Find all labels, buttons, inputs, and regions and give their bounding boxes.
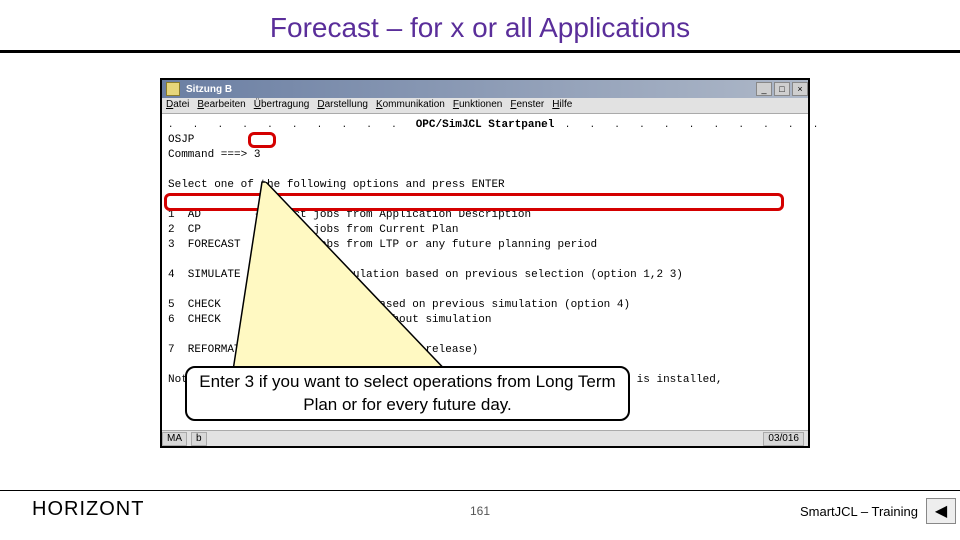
menu-item[interactable]: Darstellung [317, 99, 368, 112]
window-titlebar: Sitzung B _ □ × [162, 80, 808, 98]
minimize-button[interactable]: _ [756, 82, 772, 96]
menu-item[interactable]: Funktionen [453, 99, 502, 112]
menu-item[interactable]: Fenster [510, 99, 544, 112]
maximize-button[interactable]: □ [774, 82, 790, 96]
instruction-line: Select one of the following options and … [168, 178, 802, 193]
callout: Enter 3 if you want to select operations… [185, 366, 630, 421]
nav-back-button[interactable]: ◀ [926, 498, 956, 524]
menubar: Datei Bearbeiten Übertragung Darstellung… [162, 98, 808, 114]
status-left2: b [191, 432, 207, 446]
footer-doc: SmartJCL – Training [800, 504, 918, 519]
menu-item[interactable]: Kommunikation [376, 99, 445, 112]
status-left: MA [162, 432, 187, 446]
option-row: 7 REFORMAT - Start JCL reformat (pre rel… [168, 343, 802, 358]
command-value[interactable]: 3 [254, 149, 261, 161]
option-row: 3 FORECAST - Select jobs from LTP or any… [168, 238, 802, 253]
terminal-body: . . . . . . . . . . . . . . . . . . . . … [162, 114, 808, 407]
menu-item[interactable]: Übertragung [254, 99, 310, 112]
title-rule [0, 50, 960, 53]
option-row: 4 SIMULATE - Start JCL simulation based … [168, 268, 802, 283]
option-row: 2 CP - Select jobs from Current Plan [168, 223, 802, 238]
option-row: 5 CHECK - Start JCL check based on previ… [168, 298, 802, 313]
command-line: Command ===> 3 [168, 148, 802, 163]
menu-item[interactable]: Datei [166, 99, 189, 112]
panel-name: OSJP [168, 133, 802, 148]
option-row: 6 CHECK - Start JCL check without simula… [168, 313, 802, 328]
slide-title: Forecast – for x or all Applications [0, 0, 960, 50]
footer-page: 161 [470, 504, 490, 518]
menu-item[interactable]: Hilfe [552, 99, 572, 112]
option-row: 1 AD - Select jobs from Application Desc… [168, 208, 802, 223]
footer-rule [0, 490, 960, 491]
window-title: Sitzung B [184, 84, 754, 95]
status-bar: MA b 03/016 [162, 430, 808, 446]
footer-brand: HORIZONT [32, 498, 144, 521]
app-icon [166, 82, 180, 96]
close-button[interactable]: × [792, 82, 808, 96]
arrow-left-icon: ◀ [935, 501, 947, 521]
status-right: 03/016 [763, 432, 804, 446]
menu-item[interactable]: Bearbeiten [197, 99, 245, 112]
callout-text: Enter 3 if you want to select operations… [197, 371, 618, 417]
